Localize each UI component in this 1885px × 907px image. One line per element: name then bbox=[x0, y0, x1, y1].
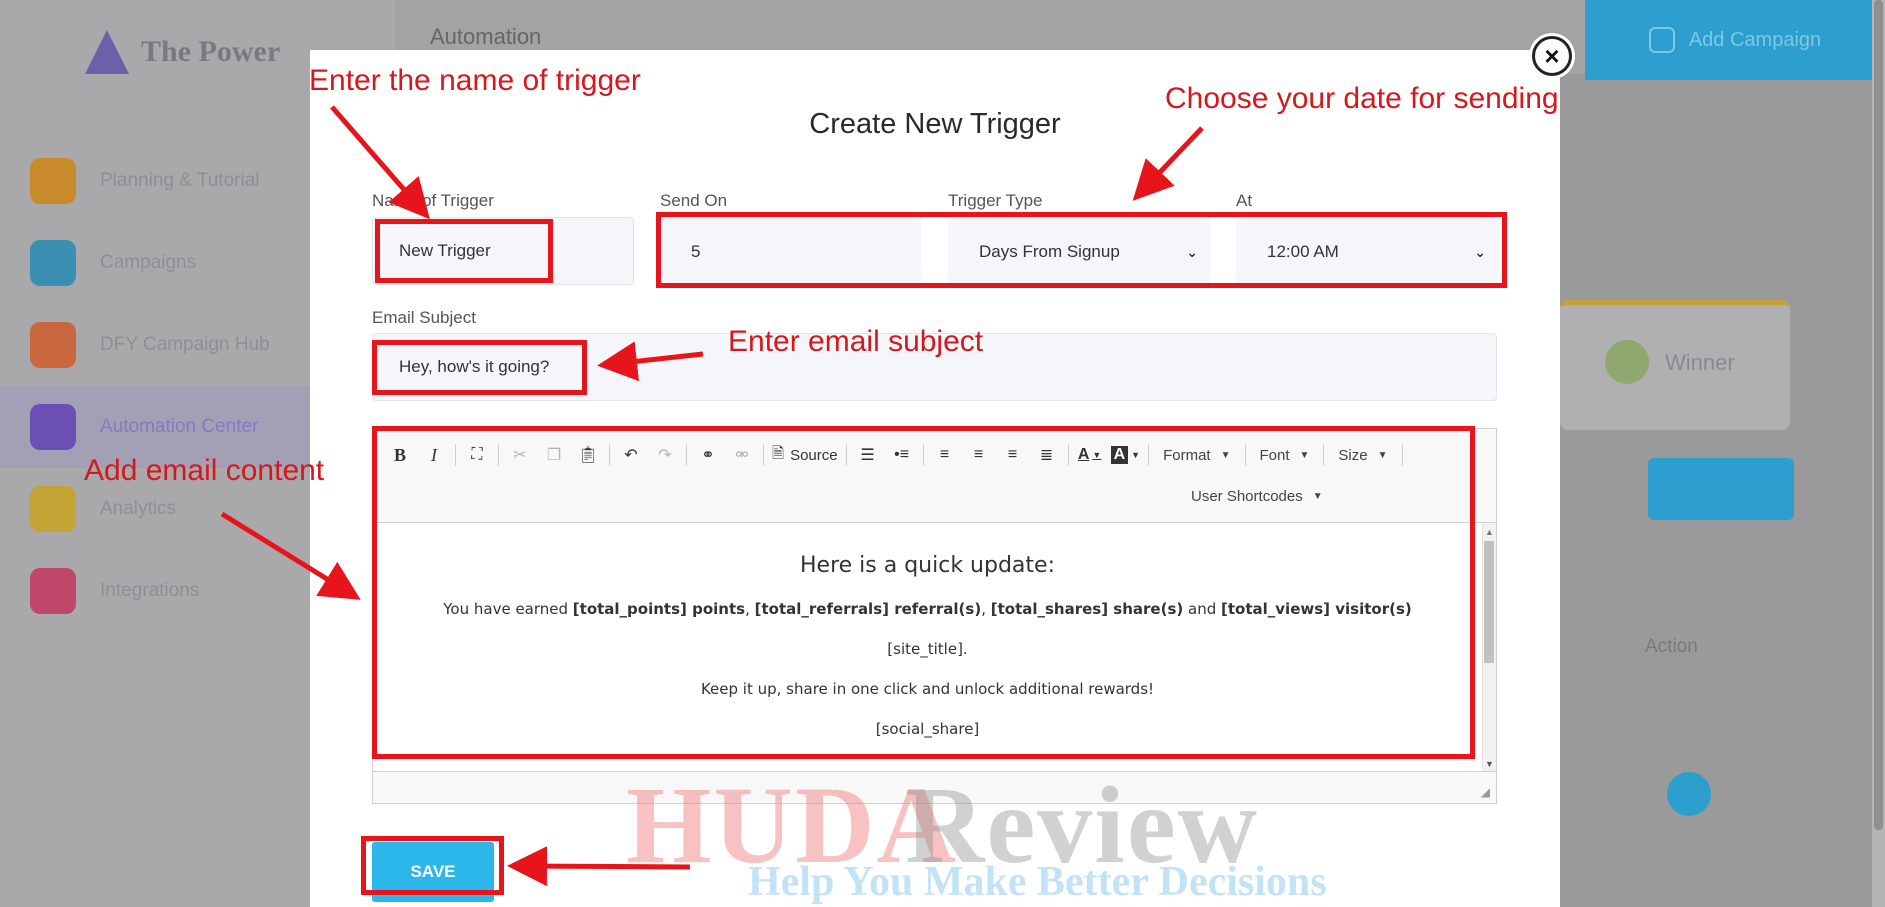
at-label: At bbox=[1236, 191, 1253, 210]
annotation-content-hint: Add email content bbox=[84, 454, 325, 487]
annotation-box-subject bbox=[372, 340, 587, 395]
winner-label: Winner bbox=[1665, 350, 1735, 375]
sidebar-item-label: Planning & Tutorial bbox=[100, 170, 260, 191]
close-icon[interactable]: × bbox=[1532, 36, 1572, 76]
table-header-action: Action bbox=[1645, 636, 1698, 657]
send-on-label: Send On bbox=[660, 191, 728, 210]
editor-scrollbar-thumb[interactable] bbox=[1484, 541, 1494, 663]
search-button[interactable] bbox=[1648, 458, 1794, 520]
email-subject-label: Email Subject bbox=[372, 308, 476, 327]
annotation-date-hint: Choose your date for sending bbox=[1165, 82, 1559, 115]
analytics-icon bbox=[30, 486, 76, 532]
add-campaign-label: Add Campaign bbox=[1688, 28, 1822, 51]
winner-icon bbox=[1605, 340, 1649, 384]
annotation-box-content bbox=[372, 426, 1475, 759]
resize-handle-icon[interactable]: ◢ bbox=[1481, 785, 1490, 799]
pagination-current[interactable] bbox=[1667, 772, 1711, 816]
add-campaign-button[interactable]: Add Campaign bbox=[1585, 0, 1885, 80]
app-name: The Power bbox=[141, 35, 281, 68]
sidebar-item-label: Integrations bbox=[100, 580, 200, 601]
sidebar-item-label: Campaigns bbox=[100, 252, 197, 273]
scroll-up-icon[interactable]: ▲ bbox=[1485, 527, 1494, 537]
dfy-icon bbox=[30, 322, 76, 368]
annotation-box-name bbox=[375, 219, 553, 283]
trigger-type-label: Trigger Type bbox=[948, 191, 1043, 210]
annotation-name-hint: Enter the name of trigger bbox=[309, 64, 641, 97]
watermark-tagline: Help You Make Better Decisions bbox=[748, 859, 1327, 905]
plus-icon bbox=[1648, 27, 1675, 53]
trigger-name-label: Name of Trigger bbox=[372, 191, 494, 210]
sidebar-item-label: Analytics bbox=[100, 498, 177, 519]
annotation-subject-hint: Enter email subject bbox=[728, 325, 984, 358]
planning-icon bbox=[30, 158, 76, 204]
sidebar-item-label: DFY Campaign Hub bbox=[100, 334, 270, 355]
scroll-down-icon[interactable]: ▼ bbox=[1485, 759, 1494, 769]
page-scrollbar-thumb[interactable] bbox=[1874, 0, 1883, 830]
campaigns-icon bbox=[30, 240, 76, 286]
sidebar-item-label: Automation Center bbox=[100, 416, 259, 437]
topbar-title: Automation bbox=[430, 24, 542, 49]
annotation-box-date bbox=[656, 212, 1507, 288]
automation-icon bbox=[30, 404, 76, 450]
integrations-icon bbox=[30, 568, 76, 614]
annotation-box-save bbox=[361, 836, 504, 895]
logo-icon bbox=[85, 30, 129, 74]
app-logo[interactable]: The Power bbox=[85, 30, 280, 74]
